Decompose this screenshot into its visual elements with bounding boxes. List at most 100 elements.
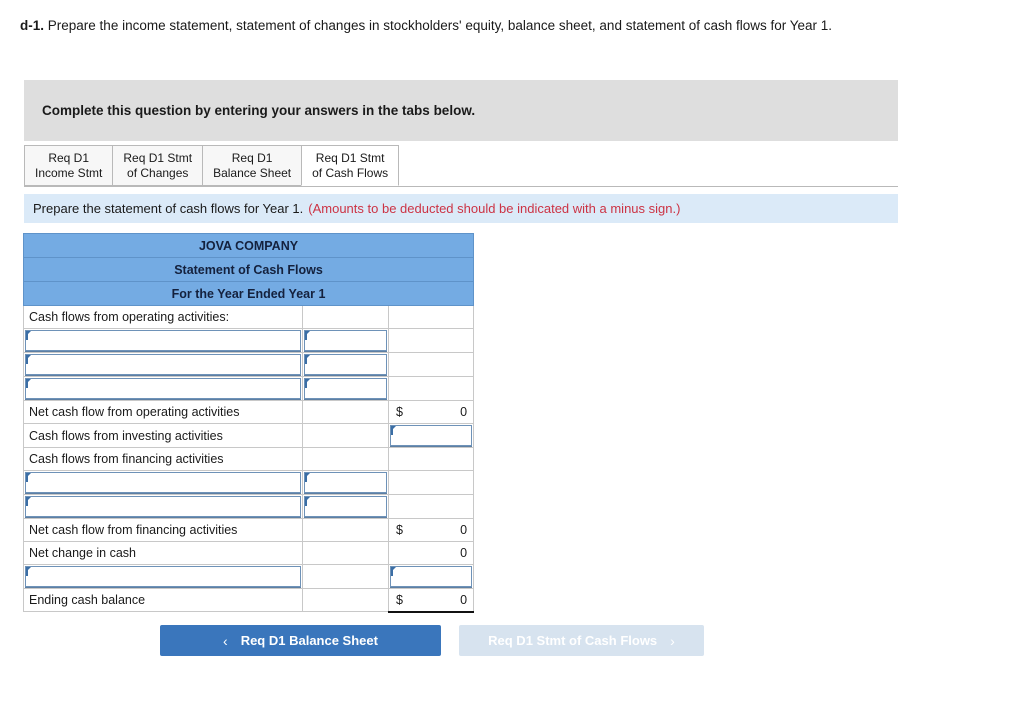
net-change-in-cash-value-cell: 0 xyxy=(387,541,475,565)
financing-item-1-amount-input[interactable] xyxy=(304,472,387,493)
operating-item-3-label-input[interactable] xyxy=(25,378,301,399)
table-row: Cash flows from financing activities xyxy=(23,447,475,471)
operating-item-1-amount-input[interactable] xyxy=(304,330,387,351)
table-row: Cash flows from operating activities: xyxy=(23,305,475,329)
tab-label-line2: of Cash Flows xyxy=(312,165,389,180)
table-row: Net cash flow from operating activities … xyxy=(23,400,475,424)
next-button-label: Req D1 Stmt of Cash Flows xyxy=(488,633,658,648)
question-text: Prepare the income statement, statement … xyxy=(47,18,833,33)
row-label: Cash flows from investing activities xyxy=(23,423,303,448)
currency-symbol: $ xyxy=(396,592,403,607)
row-blank-mid xyxy=(302,447,389,471)
table-header-company: JOVA COMPANY xyxy=(22,233,475,258)
row-blank-mid xyxy=(302,564,389,589)
row-blank-mid xyxy=(302,541,389,565)
ending-cash-balance-value-cell: $ 0 xyxy=(387,588,475,613)
operating-item-2-label-input[interactable] xyxy=(25,354,301,375)
financing-item-2-amount-input[interactable] xyxy=(304,496,387,517)
financing-item-1-amount-cell xyxy=(302,470,389,495)
row-label: Net cash flow from operating activities xyxy=(23,400,303,424)
currency-symbol: $ xyxy=(396,405,403,419)
beginning-cash-amount-cell xyxy=(387,564,475,589)
table-row: Net cash flow from financing activities … xyxy=(23,518,475,542)
row-value: 0 xyxy=(460,523,468,537)
tab-label-line2: Balance Sheet xyxy=(213,165,292,180)
row-blank-value xyxy=(387,305,475,329)
row-blank-mid xyxy=(302,305,389,329)
currency-symbol: $ xyxy=(396,523,403,537)
row-blank-value xyxy=(387,494,475,519)
operating-item-1-amount-cell xyxy=(302,328,389,353)
net-operating-cash-flow-value-cell: $ 0 xyxy=(387,400,475,424)
financing-item-1-label-cell xyxy=(23,470,303,495)
prev-button-label: Req D1 Balance Sheet xyxy=(240,633,378,648)
row-blank-value xyxy=(387,352,475,377)
tab-req-d1-income-stmt[interactable]: Req D1 Income Stmt xyxy=(24,145,114,186)
row-blank-mid xyxy=(302,423,389,448)
beginning-cash-label-input[interactable] xyxy=(25,566,301,587)
table-row: Cash flows from investing activities xyxy=(23,423,475,448)
tab-req-d1-stmt-of-changes[interactable]: Req D1 Stmt of Changes xyxy=(112,145,204,186)
row-blank-mid xyxy=(302,400,389,424)
row-blank-mid xyxy=(302,518,389,542)
task-instruction-note: (Amounts to be deducted should be indica… xyxy=(308,201,681,216)
table-header-period: For the Year Ended Year 1 xyxy=(22,281,475,306)
financing-item-2-label-cell xyxy=(23,494,303,519)
row-blank-mid xyxy=(302,588,389,612)
row-value: 0 xyxy=(460,405,468,419)
beginning-cash-amount-input[interactable] xyxy=(390,566,473,587)
tab-label-line2: Income Stmt xyxy=(35,165,103,180)
row-blank-value xyxy=(387,447,475,471)
prev-req-d1-balance-sheet-button[interactable]: ‹ Req D1 Balance Sheet xyxy=(160,625,441,656)
row-value: 0 xyxy=(460,592,468,607)
tab-req-d1-balance-sheet[interactable]: Req D1 Balance Sheet xyxy=(202,145,303,186)
row-blank-value xyxy=(387,328,475,353)
tab-label-line1: Req D1 Stmt xyxy=(315,150,385,165)
next-req-d1-stmt-of-cash-flows-button[interactable]: Req D1 Stmt of Cash Flows › xyxy=(459,625,704,656)
row-blank-value xyxy=(387,376,475,401)
operating-item-2-amount-input[interactable] xyxy=(304,354,387,375)
operating-item-3-amount-input[interactable] xyxy=(304,378,387,399)
cash-flow-statement-table: JOVA COMPANY Statement of Cash Flows For… xyxy=(22,233,475,613)
statement-period: For the Year Ended Year 1 xyxy=(22,281,475,306)
row-label: Net cash flow from financing activities xyxy=(23,518,303,542)
tab-req-d1-stmt-of-cash-flows[interactable]: Req D1 Stmt of Cash Flows xyxy=(301,145,400,186)
task-instruction-main: Prepare the statement of cash flows for … xyxy=(33,201,304,216)
tab-label-line2: of Changes xyxy=(127,165,189,180)
table-row: Net change in cash 0 xyxy=(23,541,475,565)
row-label: Cash flows from financing activities xyxy=(23,447,303,471)
tab-label-line1: Req D1 xyxy=(231,150,273,165)
table-row: Ending cash balance $ 0 xyxy=(23,588,475,613)
navigation-buttons: ‹ Req D1 Balance Sheet Req D1 Stmt of Ca… xyxy=(160,625,704,656)
tab-label-line1: Req D1 Stmt xyxy=(123,150,193,165)
net-financing-cash-flow-value-cell: $ 0 xyxy=(387,518,475,542)
question-prompt: d-1. Prepare the income statement, state… xyxy=(20,16,990,36)
chevron-right-icon: › xyxy=(670,632,675,649)
investing-activities-amount-cell xyxy=(387,423,475,448)
tab-bar: Req D1 Income Stmt Req D1 Stmt of Change… xyxy=(24,145,898,187)
financing-item-2-label-input[interactable] xyxy=(25,496,301,517)
operating-item-2-label-cell xyxy=(23,352,303,377)
operating-item-3-amount-cell xyxy=(302,376,389,401)
operating-item-1-label-input[interactable] xyxy=(25,330,301,351)
row-label: Ending cash balance xyxy=(23,588,303,612)
table-row xyxy=(23,376,475,401)
page-root: d-1. Prepare the income statement, state… xyxy=(0,0,1024,727)
investing-activities-amount-input[interactable] xyxy=(390,425,473,446)
financing-item-1-label-input[interactable] xyxy=(25,472,301,493)
table-row xyxy=(23,494,475,519)
company-name: JOVA COMPANY xyxy=(22,233,475,258)
table-row xyxy=(23,470,475,495)
row-label: Net change in cash xyxy=(23,541,303,565)
row-blank-value xyxy=(387,470,475,495)
task-instruction-bar: Prepare the statement of cash flows for … xyxy=(24,194,898,223)
table-row xyxy=(23,328,475,353)
table-row xyxy=(23,352,475,377)
tab-label-line1: Req D1 xyxy=(48,150,90,165)
financing-item-2-amount-cell xyxy=(302,494,389,519)
operating-item-2-amount-cell xyxy=(302,352,389,377)
table-header-title: Statement of Cash Flows xyxy=(22,257,475,282)
chevron-left-icon: ‹ xyxy=(223,632,228,649)
statement-title: Statement of Cash Flows xyxy=(22,257,475,282)
operating-item-3-label-cell xyxy=(23,376,303,401)
